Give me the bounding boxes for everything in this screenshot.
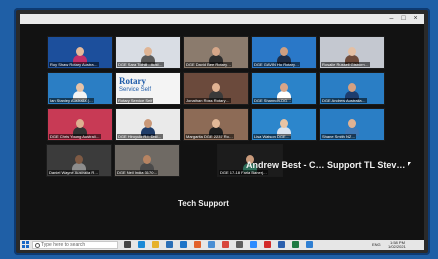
participant-video [72, 155, 86, 172]
firefox-icon[interactable] [194, 241, 201, 248]
search-placeholder: Type here to search [41, 242, 86, 248]
participant-name-label: DGE 17-18 Faria Banerj… [219, 170, 268, 175]
maximize-button[interactable]: □ [398, 14, 409, 24]
participant-tile[interactable]: Daniel Wayne Australia R… [46, 144, 112, 177]
zoom-icon[interactable] [250, 241, 257, 248]
participant-video [277, 119, 291, 136]
participant-video [277, 83, 291, 100]
participant-name-andrew: Andrew Best - C… [246, 160, 325, 170]
participant-name-label: DGE Shannon-DG… [253, 98, 293, 103]
windows-start-icon[interactable] [22, 241, 30, 249]
participant-name-label: Roy Shaw Rotary Austra… [49, 62, 99, 67]
windows-taskbar: Type here to search ENG 1:58 PM 1/02/202… [20, 240, 424, 250]
participant-tile[interactable]: DGE GAVIN Ho Rotary… [251, 36, 317, 69]
photos-icon[interactable] [208, 241, 215, 248]
participant-tile[interactable]: Shane Smith NZ… [319, 108, 385, 141]
participant-name-label: Shane Smith NZ… [321, 134, 357, 139]
chrome-icon[interactable] [222, 241, 229, 248]
mail-icon[interactable] [180, 241, 187, 248]
participant-video [277, 47, 291, 64]
participant-tile[interactable]: DGE Sara Tolhill - Aust… [115, 36, 181, 69]
zoom-meeting-window: – □ × Roy Shaw Rotary Austra… DGE Sara To… [20, 14, 424, 250]
participant-name-label: Daniel Wayne Australia R… [48, 170, 100, 175]
taskbar-search-input[interactable]: Type here to search [32, 241, 118, 249]
participant-name-label: DGE Chris Young Australi… [49, 134, 101, 139]
participant-tile[interactable]: DGE Andrew Australia… [319, 72, 385, 105]
participant-video [345, 119, 359, 136]
tech-support-label: Tech Support [178, 199, 229, 208]
participant-tile[interactable]: DGE Chris Young Australi… [47, 108, 113, 141]
edge-icon[interactable] [138, 241, 145, 248]
participant-name-label: DGE Andrew Australia… [321, 98, 367, 103]
participant-name-label: DGE David Bee Rotary… [185, 62, 233, 67]
participant-video [209, 47, 223, 64]
participant-name-label: Jonathan Ross Rotary… [185, 98, 231, 103]
participant-name-label: DGE GAVIN Ho Rotary… [253, 62, 301, 67]
store-icon[interactable] [166, 241, 173, 248]
title-bar: – □ × [20, 14, 424, 24]
participant-video [345, 83, 359, 100]
participant-tile[interactable]: DGE Neil India 3170… [114, 144, 180, 177]
mouse-cursor-icon [408, 162, 411, 166]
participant-video [73, 119, 87, 136]
excel-icon[interactable] [292, 241, 299, 248]
participant-video [209, 83, 223, 100]
participant-tile[interactable]: Rosalie Russell Gisborn… [319, 36, 385, 69]
participant-tile[interactable]: DGE David Bee Rotary… [183, 36, 249, 69]
participant-tile[interactable]: Jonathan Ross Rotary… [183, 72, 249, 105]
participant-name-support: Support TL Stev… [327, 160, 406, 170]
participant-name-label: Margarita DGE 2237 Ro… [185, 134, 234, 139]
participant-name-label: DGE Hiroyuki R.I. Dist… [117, 134, 163, 139]
clock-date[interactable]: 1/02/2021 [388, 245, 406, 249]
participant-name-label: Ian Stanley Australia (… [49, 98, 94, 103]
word-icon[interactable] [278, 241, 285, 248]
acrobat-icon[interactable] [264, 241, 271, 248]
participant-tile[interactable]: Lisa Watson DGE… [251, 108, 317, 141]
participant-name-label: DGE Neil India 3170… [116, 170, 159, 175]
participant-tile[interactable]: Rotary Service Self Rotary Service Self [115, 72, 181, 105]
rotary-logo-text: Rotary [119, 76, 146, 86]
participant-video [209, 119, 223, 136]
participant-video [141, 47, 155, 64]
participant-video [73, 47, 87, 64]
participant-name-label: Lisa Watson DGE… [253, 134, 291, 139]
participant-video [140, 155, 154, 172]
task-view-icon[interactable] [124, 241, 131, 248]
participant-tile[interactable]: DGE Hiroyuki R.I. Dist… [115, 108, 181, 141]
participant-tile[interactable]: Roy Shaw Rotary Austra… [47, 36, 113, 69]
participant-tile[interactable]: Ian Stanley Australia (… [47, 72, 113, 105]
rotary-slogan: Service Self [119, 87, 152, 93]
search-icon [35, 243, 40, 248]
participant-video [141, 119, 155, 136]
participant-tile[interactable]: Margarita DGE 2237 Ro… [183, 108, 249, 141]
file-explorer-icon[interactable] [152, 241, 159, 248]
onedrive-icon[interactable] [306, 241, 313, 248]
participant-name-label: Rosalie Russell Gisborn… [321, 62, 370, 67]
participant-video [73, 83, 87, 100]
participant-name-label: Rotary Service Self [117, 98, 154, 103]
settings-icon[interactable] [236, 241, 243, 248]
participant-name-label: DGE Sara Tolhill - Aust… [117, 62, 164, 67]
participant-video [345, 47, 359, 64]
minimize-button[interactable]: – [386, 14, 397, 24]
close-button[interactable]: × [410, 14, 421, 24]
language-indicator[interactable]: ENG [372, 243, 381, 247]
participant-tile[interactable]: DGE Shannon-DG… [251, 72, 317, 105]
